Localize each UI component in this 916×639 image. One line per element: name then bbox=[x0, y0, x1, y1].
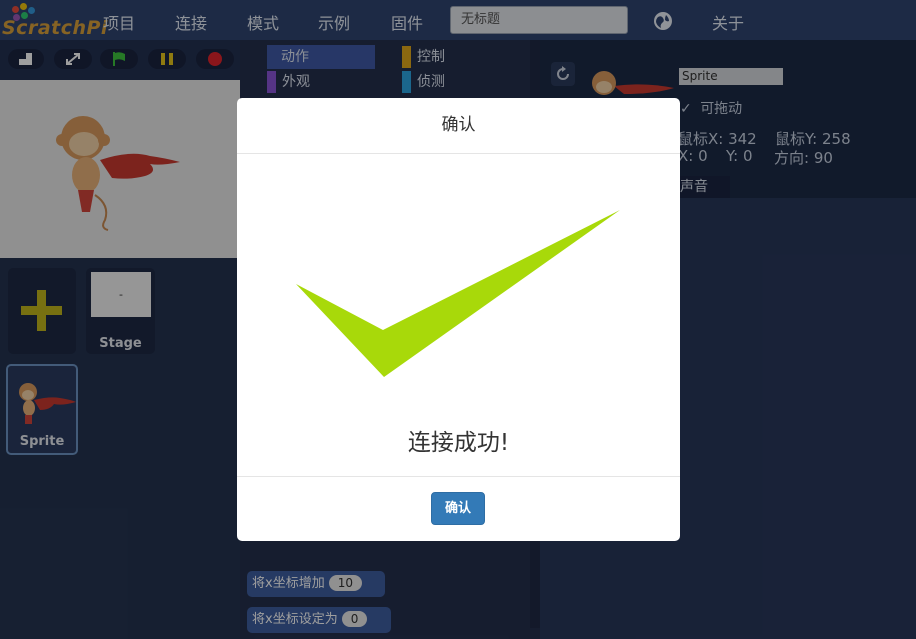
checkmark-icon bbox=[296, 210, 620, 377]
confirm-button[interactable]: 确认 bbox=[431, 492, 485, 525]
dialog-message: 连接成功! bbox=[407, 430, 510, 456]
dialog-title: 确认 bbox=[237, 98, 680, 154]
dialog-footer: 确认 bbox=[237, 476, 680, 541]
confirm-dialog: 确认 连接成功! 确认 bbox=[237, 98, 680, 541]
